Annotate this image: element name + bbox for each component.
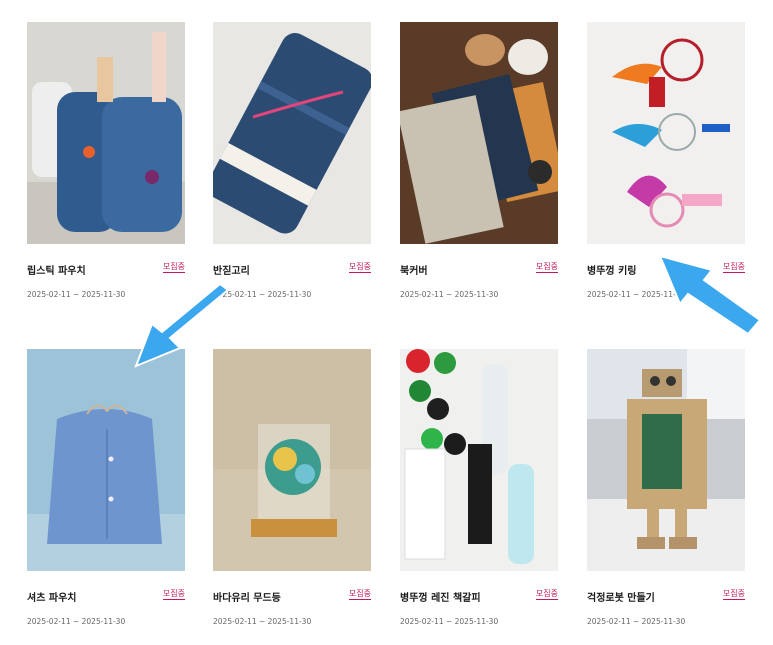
status-badge: 모집중 (162, 262, 185, 273)
date-range: 2025-02-11 ~ 2025-11-30 (400, 617, 499, 626)
product-title[interactable]: 병뚜껑 레진 책갈피 (400, 589, 481, 604)
date-range: 2025-02-11 ~ 2025-11-30 (27, 617, 126, 626)
product-title[interactable]: 반짇고리 (213, 262, 250, 277)
product-title[interactable]: 북커버 (400, 262, 428, 277)
date-range: 2025-02-11 ~ 2025-11-30 (27, 290, 126, 299)
product-title[interactable]: 셔츠 파우치 (27, 589, 76, 604)
product-title[interactable]: 립스틱 파우치 (27, 262, 86, 277)
product-image-sewing-kit[interactable] (213, 22, 371, 244)
product-image-shirt-pouch[interactable] (27, 349, 185, 571)
product-title[interactable]: 걱정로봇 만들기 (587, 589, 655, 604)
product-image-sea-glass-lamp[interactable] (213, 349, 371, 571)
product-image-lipstick-pouch[interactable] (27, 22, 185, 244)
status-badge: 모집중 (535, 589, 558, 600)
date-range: 2025-02-11 ~ 2025-11-30 (400, 290, 499, 299)
status-badge: 모집중 (722, 589, 745, 600)
product-title[interactable]: 바다유리 무드등 (213, 589, 281, 604)
status-badge: 모집중 (348, 589, 371, 600)
product-image-worry-robot[interactable] (587, 349, 745, 571)
product-title[interactable]: 병뚜껑 키링 (587, 262, 636, 277)
date-range: 2025-02-11 ~ 2025-11-30 (213, 617, 312, 626)
status-badge: 모집중 (162, 589, 185, 600)
product-image-book-cover[interactable] (400, 22, 558, 244)
product-image-resin-bookmark[interactable] (400, 349, 558, 571)
date-range: 2025-02-11 ~ 2025-11-30 (587, 617, 686, 626)
status-badge: 모집중 (348, 262, 371, 273)
status-badge: 모집중 (535, 262, 558, 273)
product-image-bottle-cap-keyring[interactable] (587, 22, 745, 244)
arrow-pointing-up-left-icon (658, 254, 762, 334)
arrow-pointing-down-left-icon (134, 282, 230, 368)
